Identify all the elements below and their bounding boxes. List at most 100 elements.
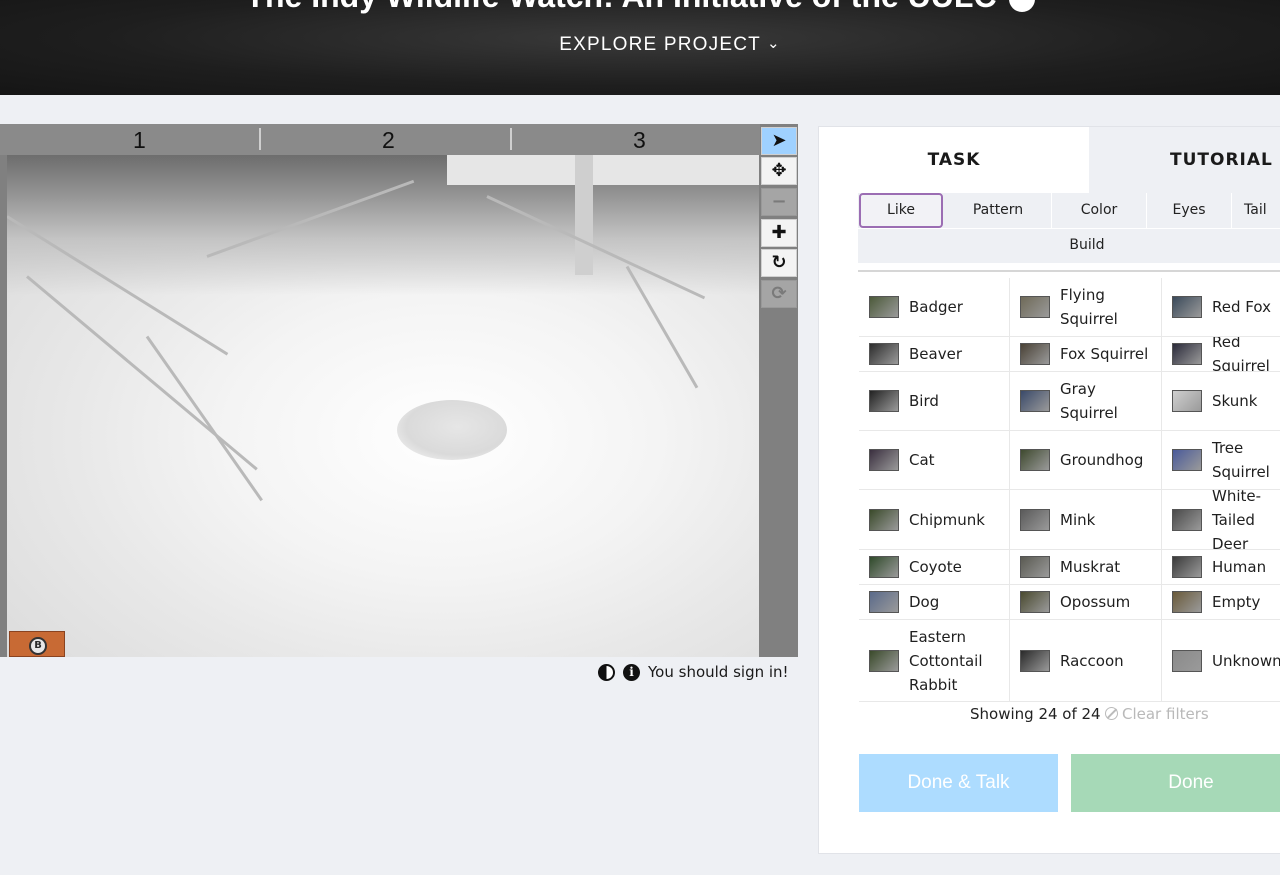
choice-red-fox[interactable]: Red Fox [1162,278,1280,337]
done-and-talk-button[interactable]: Done & Talk [859,754,1058,812]
choice-thumbnail [869,390,899,412]
choice-label: Fox Squirrel [1060,345,1149,363]
choice-eastern-cottontail-rabbit[interactable]: Eastern Cottontail Rabbit [859,620,1010,702]
filter-pattern[interactable]: Pattern [951,193,1045,228]
choice-label: Red Fox [1212,298,1271,316]
choice-label: Coyote [909,558,962,576]
image-twig [26,275,258,471]
choice-thumbnail [869,508,899,531]
pointer-tool-button[interactable]: ➤ [761,127,797,155]
choice-thumbnail [869,649,899,672]
filter-color[interactable]: Color [1052,193,1146,228]
ruler-label-3: 3 [633,127,646,153]
choice-label: Groundhog [1060,451,1144,469]
info-icon[interactable]: i [623,663,640,681]
choice-thumbnail [1020,390,1050,412]
showing-count: Showing 24 of 24 [970,705,1101,723]
filter-tail[interactable]: Tail [1232,193,1280,228]
choice-red-squirrel[interactable]: Red Squirrel [1162,337,1280,372]
choice-label: Raccoon [1060,651,1124,670]
choice-beaver[interactable]: Beaver [859,337,1010,372]
choice-tree-squirrel[interactable]: Tree Squirrel [1162,431,1280,490]
choice-raccoon[interactable]: Raccoon [1010,620,1162,702]
filter-build[interactable]: Build [858,228,1280,263]
minus-icon: − [771,191,787,212]
clear-filters-label: Clear filters [1122,705,1209,723]
image-rabbit [397,400,507,460]
choice-thumbnail [1172,449,1202,471]
choice-fox-squirrel[interactable]: Fox Squirrel [1010,337,1162,372]
choice-thumbnail [869,556,899,578]
done-button[interactable]: Done [1071,754,1280,812]
choice-thumbnail [1020,343,1050,365]
choice-flying-squirrel[interactable]: Flying Squirrel [1010,278,1162,337]
zoom-in-button[interactable]: ✚ [761,219,797,247]
choice-gray-squirrel[interactable]: Gray Squirrel [1010,372,1162,431]
subject-viewer: 1 2 3 B ➤ ✥ − ✚ ↻ ⟳ [0,124,798,657]
info-dot-icon[interactable] [1008,0,1035,12]
filter-bar: Like Pattern Color Eyes Tail Build [858,193,1280,263]
choice-label: Tree Squirrel [1212,439,1270,481]
move-tool-button[interactable]: ✥ [761,157,797,185]
reset-button[interactable]: ⟳ [761,280,797,308]
tab-tutorial[interactable]: TUTORIAL [1089,127,1280,193]
choice-label: Unknown [1212,651,1280,670]
choice-white-tailed-deer[interactable]: White-Tailed Deer [1162,490,1280,550]
choice-label: Gray Squirrel [1060,380,1118,422]
choice-label: Chipmunk [909,510,985,529]
project-title: The Indy Wildlife Watch: An Initiative o… [0,0,1280,15]
choice-badger[interactable]: Badger [859,278,1010,337]
zoom-out-button[interactable]: − [761,188,797,216]
image-log [447,155,759,185]
choice-unknown[interactable]: Unknown [1162,620,1280,702]
plus-icon: ✚ [771,222,787,243]
choice-thumbnail [869,296,899,318]
choice-muskrat[interactable]: Muskrat [1010,550,1162,585]
filter-eyes[interactable]: Eyes [1147,193,1231,228]
rotate-button[interactable]: ↻ [761,249,797,277]
ruler-divider [259,128,261,150]
ban-icon [1105,707,1118,720]
choice-dog[interactable]: Dog [859,585,1010,620]
choice-skunk[interactable]: Skunk [1162,372,1280,431]
choice-chipmunk[interactable]: Chipmunk [859,490,1010,550]
ruler-label-1: 1 [133,127,146,153]
choice-thumbnail [1020,591,1050,613]
filter-divider-line [858,270,1280,272]
choice-empty[interactable]: Empty [1162,585,1280,620]
camera-logo-badge: B [9,631,65,657]
choice-cat[interactable]: Cat [859,431,1010,490]
choice-thumbnail [1020,449,1050,471]
tab-tutorial-label: TUTORIAL [1170,150,1273,170]
sign-in-notice: You should sign in! [648,663,789,681]
choice-coyote[interactable]: Coyote [859,550,1010,585]
choice-human[interactable]: Human [1162,550,1280,585]
choice-thumbnail [1172,296,1202,318]
choice-thumbnail [869,343,899,365]
choice-thumbnail [1172,508,1202,531]
explore-project-button[interactable]: EXPLORE PROJECT ⌄ [0,34,1280,56]
choice-thumbnail [869,591,899,613]
choice-label: Eastern Cottontail Rabbit [909,627,983,694]
contrast-icon[interactable] [598,663,615,681]
ruler-label-2: 2 [382,127,395,153]
choice-thumbnail [1020,649,1050,672]
choice-label: Mink [1060,510,1096,529]
choice-groundhog[interactable]: Groundhog [1010,431,1162,490]
clear-filters-button[interactable]: Clear filters [1105,705,1209,723]
choice-thumbnail [1172,556,1202,578]
choice-bird[interactable]: Bird [859,372,1010,431]
choice-opossum[interactable]: Opossum [1010,585,1162,620]
choice-thumbnail [1172,649,1202,672]
choice-mink[interactable]: Mink [1010,490,1162,550]
choice-label: Bird [909,392,939,410]
frame-ruler: 1 2 3 [0,124,760,155]
filter-like[interactable]: Like [859,193,943,228]
subject-image[interactable]: B [7,155,759,657]
choice-thumbnail [1172,343,1202,365]
tab-task[interactable]: TASK [819,127,1089,193]
chevron-down-icon: ⌄ [766,35,781,52]
choice-label: Human [1212,558,1267,576]
move-arrows-icon: ✥ [771,160,787,181]
choice-thumbnail [1020,296,1050,318]
